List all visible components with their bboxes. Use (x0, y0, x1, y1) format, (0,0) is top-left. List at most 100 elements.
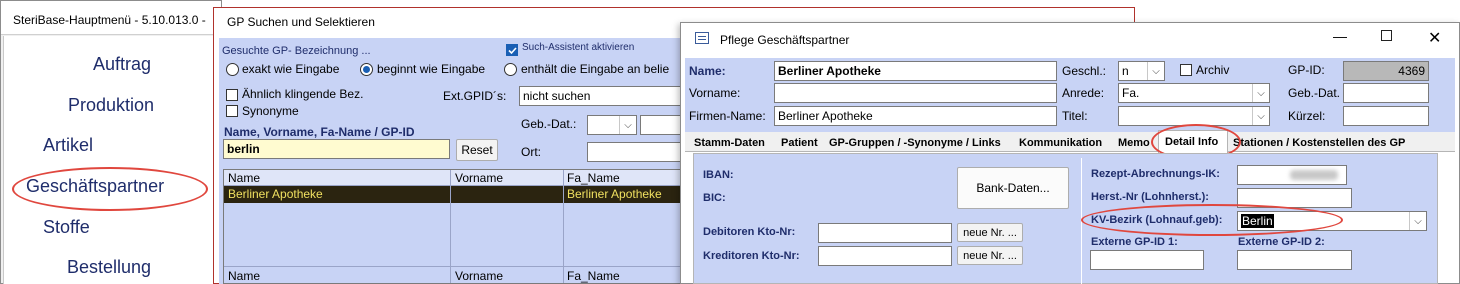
footer-col-name: Name (228, 269, 261, 283)
name-input[interactable]: Berliner Apotheke (774, 61, 1057, 81)
tab-kommunikation[interactable]: Kommunikation (1019, 137, 1102, 149)
ort-input[interactable] (587, 142, 685, 162)
checkbox-checked-icon[interactable] (506, 44, 518, 56)
tab-detail-info[interactable]: Detail Info (1158, 130, 1228, 153)
maximize-icon[interactable] (1381, 30, 1392, 41)
chevron-down-icon[interactable]: ⌵ (1147, 62, 1164, 80)
debitoren-input[interactable] (818, 223, 952, 243)
archiv-label: Archiv (1196, 63, 1230, 77)
anrede-value: Fa. (1122, 86, 1140, 100)
footer-col-faname: Fa_Name (567, 269, 620, 283)
main-menu-titlebar: SteriBase-Hauptmenü - 5.10.013.0 - (1, 1, 221, 35)
reset-button-label: Reset (461, 143, 493, 157)
radio-exakt[interactable] (226, 63, 239, 76)
kv-bezirk-select[interactable]: Berlin ⌵ (1237, 211, 1427, 231)
kuerzel-input[interactable] (1343, 106, 1429, 126)
col-vorname-header[interactable]: Vorname (455, 171, 503, 185)
bank-daten-button[interactable]: Bank-Daten... (957, 167, 1069, 209)
tab-detail-info-label: Detail Info (1165, 136, 1219, 148)
gesuchte-label: Gesuchte GP- Bezeichnung ... (222, 45, 371, 57)
neue-nr-kreditoren-button[interactable]: neue Nr. ... (957, 246, 1023, 265)
tab-memo[interactable]: Memo (1118, 137, 1150, 149)
geschl-value: n (1122, 64, 1129, 78)
radio-enthaelt[interactable] (504, 63, 517, 76)
ext-gpid2-input[interactable] (1237, 250, 1352, 270)
reset-button[interactable]: Reset (456, 139, 498, 161)
titel-select[interactable]: ⌵ (1118, 106, 1270, 126)
window-form-icon (695, 32, 709, 44)
gebdat-day-select[interactable]: ⌵ (587, 115, 637, 135)
results-footer-header: Name Vorname Fa_Name (224, 266, 684, 283)
radio-beginnt[interactable] (360, 63, 373, 76)
gebdat-pflege-label: Geb.-Dat. (1288, 86, 1341, 100)
results-header: Name Vorname Fa_Name (224, 170, 684, 186)
aehnlich-checkbox[interactable] (226, 89, 238, 101)
tab-stamm-daten[interactable]: Stamm-Daten (694, 137, 765, 149)
minimize-icon[interactable]: — (1333, 28, 1347, 44)
col-name-header[interactable]: Name (228, 171, 260, 185)
col-faname-header[interactable]: Fa_Name (567, 171, 620, 185)
name-search-value: berlin (227, 142, 260, 156)
firmenname-input[interactable]: Berliner Apotheke (774, 106, 1057, 126)
archiv-checkbox[interactable] (1180, 64, 1192, 76)
chevron-down-icon[interactable]: ⌵ (1252, 84, 1269, 102)
name-label: Name: (689, 64, 726, 78)
rezept-label: Rezept-Abrechnungs-IK: (1091, 168, 1220, 180)
firmenname-label: Firmen-Name: (689, 109, 766, 123)
name-search-input[interactable]: berlin (223, 139, 450, 159)
tab-stationen[interactable]: Stationen / Kostenstellen des GP (1233, 137, 1405, 149)
anrede-select[interactable]: Fa. ⌵ (1118, 83, 1270, 103)
synonyme-label: Synonyme (242, 104, 299, 118)
radio-enthaelt-label: enthält die Eingabe an belie (521, 62, 670, 76)
herst-label: Herst.-Nr (Lohnherst.): (1091, 191, 1209, 203)
blurred-value (1290, 170, 1338, 180)
gpid-label: GP-ID: (1288, 63, 1325, 77)
neue-nr-debitoren-button[interactable]: neue Nr. ... (957, 223, 1023, 242)
gebdat-pflege-input[interactable] (1343, 83, 1429, 103)
geschl-label: Geschl.: (1062, 64, 1107, 78)
search-window-title: GP Suchen und Selektieren (227, 15, 375, 29)
geschl-select[interactable]: n ⌵ (1118, 61, 1165, 81)
menu-item-geschaeftspartner[interactable]: Geschäftspartner (26, 176, 164, 197)
menu-item-auftrag[interactable]: Auftrag (93, 54, 151, 75)
ext-gpid1-input[interactable] (1090, 250, 1204, 270)
ext-gpid-value: nicht suchen (523, 89, 591, 103)
tab-patient[interactable]: Patient (781, 137, 818, 149)
main-menu-title: SteriBase-Hauptmenü - 5.10.013.0 - (13, 13, 206, 27)
vorname-input[interactable] (774, 83, 1057, 103)
menu-item-bestellung[interactable]: Bestellung (67, 257, 151, 278)
firmenname-input-value: Berliner Apotheke (778, 109, 873, 123)
name-field-label: Name, Vorname, Fa-Name / GP-ID (224, 125, 415, 139)
kv-bezirk-value: Berlin (1241, 214, 1274, 228)
pflege-window-title: Pflege Geschäftspartner (720, 33, 850, 47)
tab-gp-gruppen[interactable]: GP-Gruppen / -Synonyme / Links (829, 137, 1001, 149)
radio-exakt-label: exakt wie Eingabe (242, 62, 340, 76)
rezept-input[interactable] (1237, 165, 1347, 185)
ort-label: Ort: (521, 145, 541, 159)
kuerzel-label: Kürzel: (1288, 109, 1326, 123)
chevron-down-icon[interactable]: ⌵ (619, 116, 636, 134)
ext-gpid1-label: Externe GP-ID 1: (1091, 236, 1178, 248)
kreditoren-input[interactable] (818, 246, 952, 266)
name-input-value: Berliner Apotheke (778, 64, 881, 78)
neue-nr-debitoren-label: neue Nr. ... (963, 226, 1017, 239)
menu-item-stoffe[interactable]: Stoffe (43, 217, 90, 238)
gpid-field: 4369 (1343, 61, 1429, 81)
vorname-label: Vorname: (689, 86, 741, 100)
bic-label: BIC: (703, 192, 726, 204)
synonyme-checkbox[interactable] (226, 105, 238, 117)
menu-item-artikel[interactable]: Artikel (43, 135, 93, 156)
detail-divider (1081, 158, 1082, 284)
gebdat-label: Geb.-Dat.: (521, 117, 577, 131)
herst-input[interactable] (1237, 188, 1352, 208)
table-row[interactable]: Berliner Apotheke Berliner Apotheke (224, 186, 684, 203)
menu-item-produktion[interactable]: Produktion (68, 95, 154, 116)
debitoren-label: Debitoren Kto-Nr: (703, 226, 796, 238)
close-icon[interactable]: ✕ (1428, 28, 1441, 48)
neue-nr-kreditoren-label: neue Nr. ... (963, 249, 1017, 262)
gebdat-input[interactable] (640, 115, 685, 135)
chevron-down-icon[interactable]: ⌵ (1409, 212, 1426, 230)
chevron-down-icon[interactable]: ⌵ (1252, 107, 1269, 125)
ext-gpid-select[interactable]: nicht suchen (519, 86, 681, 106)
aehnlich-label: Ähnlich klingende Bez. (242, 87, 364, 101)
